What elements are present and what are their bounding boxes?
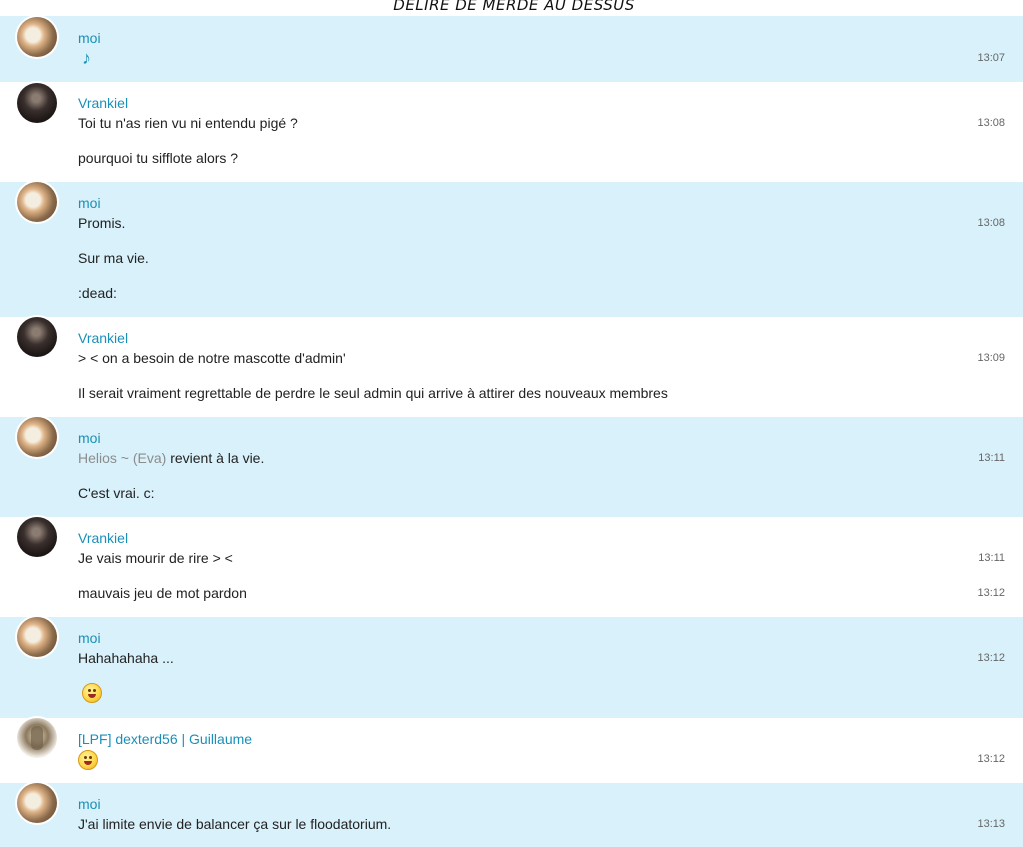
avatar[interactable] xyxy=(15,615,59,659)
message-time: 13:11 xyxy=(978,452,1005,464)
sender-name[interactable]: moi xyxy=(78,30,101,46)
message-text: Il serait vraiment regrettable de perdre… xyxy=(78,385,668,401)
message-text: Sur ma vie. xyxy=(78,250,149,266)
message-text: > < on a besoin de notre mascotte d'admi… xyxy=(78,350,346,366)
sender-name[interactable]: moi xyxy=(78,430,101,446)
message-text: Promis. xyxy=(78,215,126,231)
sender-name[interactable]: moi xyxy=(78,630,101,646)
avatar-moi-icon xyxy=(17,783,57,823)
avatar[interactable] xyxy=(15,716,59,760)
avatar-moi-icon xyxy=(17,617,57,657)
avatar-vrankiel-icon xyxy=(17,83,57,123)
avatar-vrankiel-icon xyxy=(17,317,57,357)
message-group: moi J'ai limite envie de balancer ça sur… xyxy=(0,781,1023,847)
message-group: moi Helios ~ (Eva) revient à la vie. 13:… xyxy=(0,415,1023,517)
avatar[interactable] xyxy=(15,781,59,825)
message-text: C'est vrai. c: xyxy=(78,485,155,501)
avatar-vrankiel-icon xyxy=(17,517,57,557)
message-text: pourquoi tu sifflote alors ? xyxy=(78,150,239,166)
avatar[interactable] xyxy=(15,515,59,559)
laughing-emoji-icon xyxy=(78,750,98,770)
avatar-moi-icon xyxy=(17,417,57,457)
message-text: Toi tu n'as rien vu ni entendu pigé ? xyxy=(78,115,298,131)
message-group: Vrankiel > < on a besoin de notre mascot… xyxy=(0,315,1023,417)
message-group: Vrankiel Toi tu n'as rien vu ni entendu … xyxy=(0,81,1023,182)
message-time: 13:09 xyxy=(977,352,1005,364)
message-time: 13:11 xyxy=(978,552,1005,564)
sender-name[interactable]: moi xyxy=(78,796,101,812)
message-time: 13:08 xyxy=(977,217,1005,229)
message-time: 13:12 xyxy=(977,753,1005,765)
avatar[interactable] xyxy=(15,315,59,359)
chat-header: DÉLIRE DE MERDE AU DESSUS xyxy=(0,0,1023,16)
avatar[interactable] xyxy=(15,180,59,224)
avatar[interactable] xyxy=(15,81,59,125)
sender-name[interactable]: Vrankiel xyxy=(78,95,128,111)
laughing-emoji-icon xyxy=(82,683,102,703)
avatar[interactable] xyxy=(15,415,59,459)
user-mention-link[interactable]: Helios ~ (Eva) xyxy=(78,450,166,466)
message-time: 13:07 xyxy=(977,52,1005,64)
chat-title: DÉLIRE DE MERDE AU DESSUS xyxy=(393,0,635,14)
avatar-moi-icon xyxy=(17,17,57,57)
message-time: 13:13 xyxy=(977,818,1005,830)
avatar-moi-icon xyxy=(17,182,57,222)
sender-name[interactable]: moi xyxy=(78,195,101,211)
message-time: 13:08 xyxy=(977,117,1005,129)
message-group: Vrankiel Je vais mourir de rire > < 13:1… xyxy=(0,515,1023,617)
message-text: mauvais jeu de mot pardon xyxy=(78,585,247,601)
message-text: Je vais mourir de rire > < xyxy=(78,550,233,566)
sender-name[interactable]: Vrankiel xyxy=(78,330,128,346)
message-text-span: revient à la vie. xyxy=(166,450,265,466)
message-group: moi Hahahahaha ... 13:12 xyxy=(0,615,1023,718)
message-group: moi ♪ 13:07 xyxy=(0,15,1023,82)
avatar-dexterd-icon xyxy=(17,718,57,758)
avatar[interactable] xyxy=(15,15,59,59)
sender-name[interactable]: [LPF] dexterd56 | Guillaume xyxy=(78,731,252,747)
message-time: 13:12 xyxy=(977,652,1005,664)
message-text: :dead: xyxy=(78,285,117,301)
message-group: moi Promis. 13:08 Sur ma vie. :dead: xyxy=(0,180,1023,317)
music-note-icon: ♪ xyxy=(82,48,91,68)
message-text: Hahahahaha ... xyxy=(78,650,174,666)
message-text: J'ai limite envie de balancer ça sur le … xyxy=(78,816,392,832)
message-time: 13:12 xyxy=(977,587,1005,599)
message-text: Helios ~ (Eva) revient à la vie. xyxy=(78,450,264,466)
sender-name[interactable]: Vrankiel xyxy=(78,530,128,546)
message-group: [LPF] dexterd56 | Guillaume 13:12 xyxy=(0,716,1023,783)
